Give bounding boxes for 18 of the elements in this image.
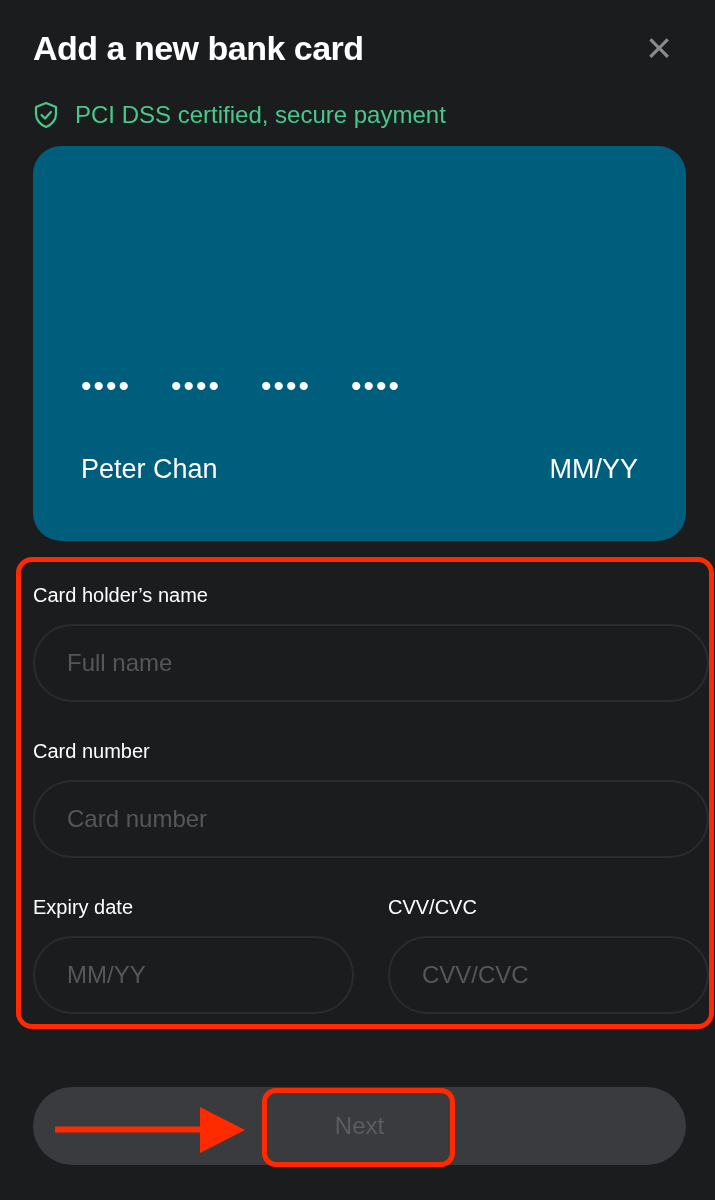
masked-digits: •••• (81, 370, 131, 401)
input-field[interactable]: CVV/CVC (388, 936, 709, 1014)
shield-check-icon (33, 101, 59, 129)
masked-digits: •••• (351, 370, 402, 401)
field-label: Expiry date (33, 895, 135, 920)
input-field[interactable]: Card number (33, 780, 709, 858)
input-field[interactable]: MM/YY (33, 936, 354, 1014)
masked-digits: •••• (171, 370, 222, 401)
field-label: Card holder’s name (33, 583, 209, 608)
field-label: CVV/CVC (388, 895, 478, 920)
security-note: PCI DSS certified, secure payment (75, 100, 446, 130)
dialog-title: Add a new bank card (33, 27, 364, 69)
close-button[interactable]: × (646, 26, 686, 70)
masked-digits: •••• (261, 370, 312, 401)
field-label: Card number (33, 739, 151, 764)
input-field[interactable]: Full name (33, 624, 709, 702)
card-expiry: MM/YY (549, 452, 638, 486)
card-holder-name: Peter Chan (81, 452, 218, 486)
